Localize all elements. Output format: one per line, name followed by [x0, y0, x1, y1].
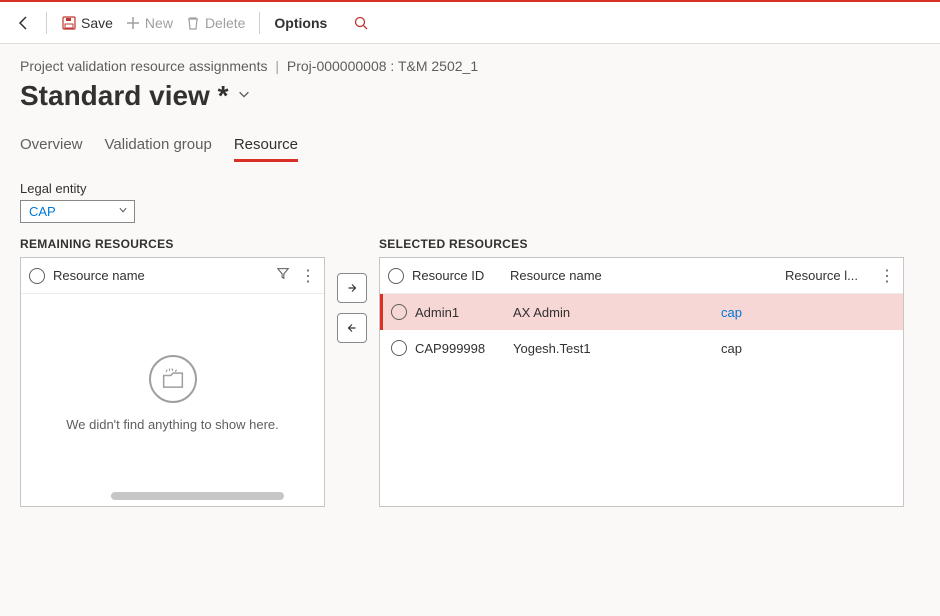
- tabs: Overview Validation group Resource: [20, 130, 920, 163]
- selected-col-legal[interactable]: Resource l...: [785, 268, 865, 283]
- save-button[interactable]: Save: [55, 11, 119, 35]
- grids-area: REMAINING RESOURCES Resource name ⋮: [20, 237, 920, 507]
- cell-resource-id: CAP999998: [415, 341, 505, 356]
- arrow-left-icon: [16, 15, 32, 31]
- tab-overview[interactable]: Overview: [20, 130, 83, 162]
- separator: [259, 12, 260, 34]
- search-icon: [353, 15, 369, 31]
- more-icon[interactable]: ⋮: [300, 266, 316, 286]
- legal-entity-select[interactable]: CAP: [20, 200, 135, 223]
- empty-state: We didn't find anything to show here.: [21, 294, 324, 492]
- save-icon: [61, 15, 77, 31]
- save-label: Save: [81, 15, 113, 31]
- move-buttons: [337, 273, 367, 343]
- tab-validation-group[interactable]: Validation group: [105, 130, 212, 162]
- filter-icon[interactable]: [276, 266, 290, 285]
- cell-resource-name: AX Admin: [513, 305, 713, 320]
- selected-col-id[interactable]: Resource ID: [412, 268, 502, 283]
- breadcrumb-separator: |: [275, 58, 279, 74]
- tab-resource[interactable]: Resource: [234, 130, 298, 162]
- row-radio[interactable]: [391, 304, 407, 320]
- cell-resource-legal: cap: [721, 341, 801, 356]
- move-left-button[interactable]: [337, 313, 367, 343]
- horizontal-scrollbar[interactable]: [111, 492, 284, 500]
- options-button[interactable]: Options: [268, 11, 333, 35]
- selected-title: SELECTED RESOURCES: [379, 237, 904, 251]
- remaining-column: REMAINING RESOURCES Resource name ⋮: [20, 237, 325, 507]
- selected-rows: Admin1 AX Admin cap CAP999998 Yogesh.Test1 ca…: [380, 294, 903, 366]
- breadcrumb-context: Proj-000000008 : T&M 2502_1: [287, 58, 478, 74]
- breadcrumb: Project validation resource assignments …: [20, 58, 920, 74]
- more-icon[interactable]: ⋮: [879, 266, 895, 286]
- remaining-title: REMAINING RESOURCES: [20, 237, 325, 251]
- move-right-button[interactable]: [337, 273, 367, 303]
- delete-button[interactable]: Delete: [179, 11, 251, 35]
- page-title: Standard view *: [20, 80, 920, 112]
- toolbar: Save New Delete Options: [0, 0, 940, 44]
- remaining-grid-header: Resource name ⋮: [21, 258, 324, 294]
- empty-state-icon: [149, 355, 197, 403]
- cell-resource-id: Admin1: [415, 305, 505, 320]
- select-all-radio[interactable]: [388, 268, 404, 284]
- legal-entity-field: Legal entity CAP: [20, 181, 920, 223]
- separator: [46, 12, 47, 34]
- view-selector-chevron[interactable]: [237, 87, 251, 106]
- chevron-down-icon: [118, 205, 128, 218]
- empty-state-message: We didn't find anything to show here.: [66, 417, 279, 432]
- cell-resource-legal[interactable]: cap: [721, 305, 801, 320]
- trash-icon: [185, 15, 201, 31]
- page-title-text: Standard view *: [20, 80, 229, 112]
- breadcrumb-page: Project validation resource assignments: [20, 58, 267, 74]
- new-label: New: [145, 15, 173, 31]
- selected-grid: Resource ID Resource name Resource l... …: [379, 257, 904, 507]
- back-button[interactable]: [10, 11, 38, 35]
- legal-entity-label: Legal entity: [20, 181, 920, 196]
- new-button[interactable]: New: [119, 11, 179, 35]
- table-row[interactable]: CAP999998 Yogesh.Test1 cap: [380, 330, 903, 366]
- selected-grid-header: Resource ID Resource name Resource l... …: [380, 258, 903, 294]
- row-radio[interactable]: [391, 340, 407, 356]
- plus-icon: [125, 15, 141, 31]
- selected-col-name[interactable]: Resource name: [510, 268, 710, 283]
- legal-entity-value: CAP: [29, 204, 56, 219]
- content: Project validation resource assignments …: [0, 44, 940, 507]
- options-label: Options: [274, 15, 327, 31]
- remaining-col-name[interactable]: Resource name: [53, 268, 145, 283]
- cell-resource-name: Yogesh.Test1: [513, 341, 713, 356]
- search-button[interactable]: [347, 11, 375, 35]
- delete-label: Delete: [205, 15, 245, 31]
- selected-column: SELECTED RESOURCES Resource ID Resource …: [379, 237, 904, 507]
- table-row[interactable]: Admin1 AX Admin cap: [380, 294, 903, 330]
- select-all-radio[interactable]: [29, 268, 45, 284]
- remaining-grid: Resource name ⋮ We didn't find anything …: [20, 257, 325, 507]
